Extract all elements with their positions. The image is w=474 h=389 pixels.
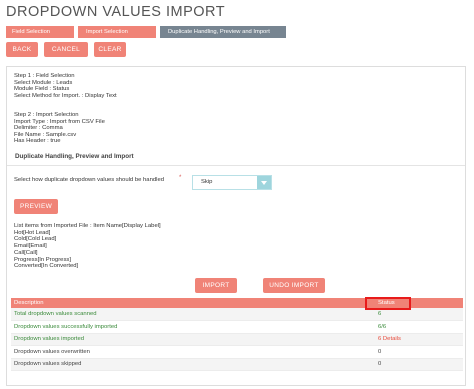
wizard-step-import-selection[interactable]: Import Selection xyxy=(78,26,156,38)
clear-button[interactable]: CLEAR xyxy=(94,42,126,57)
row-description: Dropdown values skipped xyxy=(11,358,375,371)
list-item: Converted[In Converted] xyxy=(14,263,79,270)
table-row: Dropdown values skipped 0 xyxy=(11,358,463,371)
row-status: 0 xyxy=(375,345,463,359)
chevron-down-icon[interactable] xyxy=(257,176,271,189)
step2-delimiter: Delimiter : Comma xyxy=(14,125,63,132)
step1-method: Select Method for Import. : Display Text xyxy=(14,92,117,99)
import-panel: Step 1 : Field Selection Select Module :… xyxy=(6,66,466,386)
step1-summary: Step 1 : Field Selection Select Module :… xyxy=(14,73,117,99)
list-item: Cold[Cold Lead] xyxy=(14,236,57,243)
description-header: Description xyxy=(11,298,375,308)
wizard-step-duplicate-handling: Duplicate Handling, Preview and Import xyxy=(160,26,286,38)
row-status: 6/6 xyxy=(375,320,463,334)
duplicate-handling-select[interactable]: Skip xyxy=(192,175,272,190)
list-item: Hot[Hot Lead] xyxy=(14,229,51,236)
row-status: 0 xyxy=(375,358,463,371)
imported-list: List items from Imported File : Item Nam… xyxy=(14,223,161,270)
section-title: Duplicate Handling, Preview and Import xyxy=(15,153,134,160)
step2-file: File Name : Sample.csv xyxy=(14,131,77,138)
row-description: Dropdown values imported xyxy=(11,333,375,346)
step2-header: Has Header : true xyxy=(14,138,61,145)
undo-import-button[interactable]: UNDO IMPORT xyxy=(263,278,325,293)
details-link[interactable]: 6 Details xyxy=(378,336,401,342)
step2-type: Import Type : Import from CSV File xyxy=(14,118,105,125)
cancel-button[interactable]: CANCEL xyxy=(44,42,88,57)
import-button[interactable]: IMPORT xyxy=(195,278,237,293)
required-mark: * xyxy=(179,175,182,181)
table-row: Dropdown values imported 6 Details xyxy=(11,333,463,346)
row-description: Dropdown values successfully imported xyxy=(11,320,375,334)
action-bar: BACK CANCEL CLEAR xyxy=(6,42,126,57)
step1-heading: Step 1 : Field Selection xyxy=(14,73,75,79)
row-description: Total dropdown values scanned xyxy=(11,308,375,321)
table-row: Dropdown values successfully imported 6/… xyxy=(11,320,463,334)
step2-summary: Step 2 : Import Selection Import Type : … xyxy=(14,112,105,145)
duplicate-handling-value: Skip xyxy=(201,179,213,185)
step2-heading: Step 2 : Import Selection xyxy=(14,112,79,118)
step1-module: Select Module : Leads xyxy=(14,79,73,86)
table-row: Dropdown values overwritten 0 xyxy=(11,345,463,359)
step1-field: Module Field : Status xyxy=(14,86,70,93)
duplicate-handling-label: Select how duplicate dropdown values sho… xyxy=(14,177,164,183)
section-divider xyxy=(7,165,465,166)
back-button[interactable]: BACK xyxy=(6,42,38,57)
details-highlight-box xyxy=(365,297,411,310)
row-description: Dropdown values overwritten xyxy=(11,345,375,359)
wizard-breadcrumb: Field Selection Import Selection Duplica… xyxy=(6,26,286,38)
row-status: 6 Details xyxy=(375,333,463,346)
list-item: Call[Call] xyxy=(14,249,38,256)
wizard-step-field-selection[interactable]: Field Selection xyxy=(6,26,74,38)
preview-button[interactable]: PREVIEW xyxy=(14,199,58,214)
list-item: Progress[In Progress] xyxy=(14,256,71,263)
page-title: DROPDOWN VALUES IMPORT xyxy=(6,4,226,20)
list-item: Email[Email] xyxy=(14,243,47,250)
list-heading: List items from Imported File : Item Nam… xyxy=(14,223,161,229)
